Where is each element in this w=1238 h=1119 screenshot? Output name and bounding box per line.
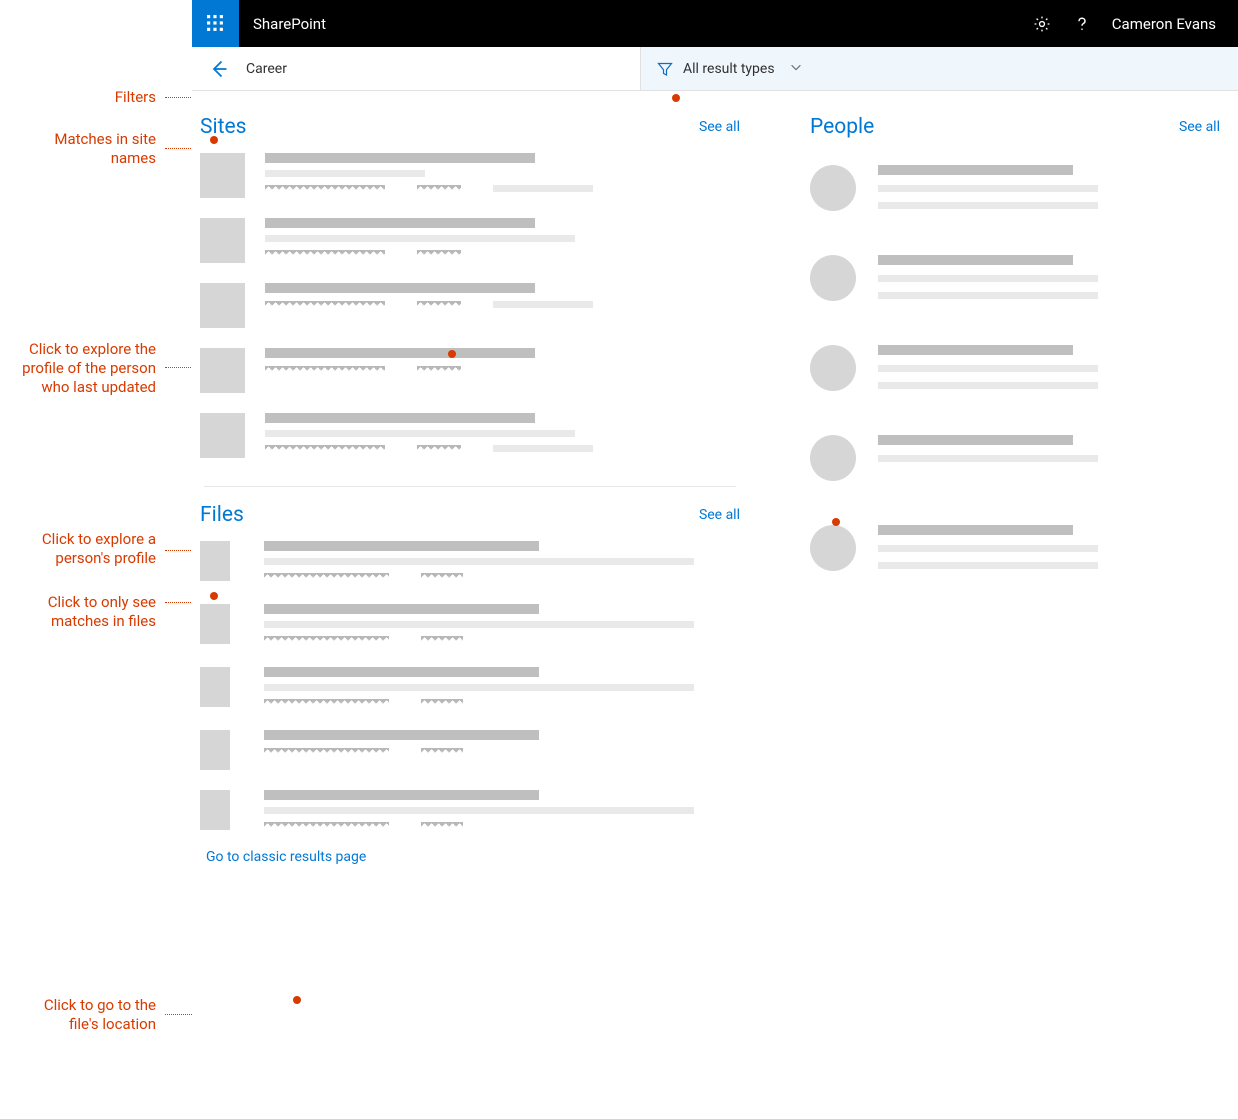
annotation-file-location: Click to go to the file's location [0, 996, 156, 1034]
file-result[interactable] [200, 594, 740, 657]
site-result[interactable] [200, 143, 740, 208]
files-section-header: Files See all [200, 497, 740, 531]
user-name[interactable]: Cameron Evans [1102, 15, 1238, 33]
settings-button[interactable] [1022, 0, 1062, 47]
person-avatar [810, 345, 856, 391]
files-see-all[interactable]: See all [699, 507, 740, 523]
suite-bar: SharePoint Cameron Evans [192, 0, 1238, 47]
people-heading[interactable]: People [810, 115, 874, 139]
file-thumbnail [200, 541, 230, 581]
person-result[interactable] [810, 503, 1220, 593]
file-result[interactable] [200, 780, 740, 843]
file-thumbnail [200, 667, 230, 707]
file-result[interactable] [200, 531, 740, 594]
search-term[interactable]: Career [246, 61, 287, 77]
filter-dropdown[interactable]: All result types [640, 47, 1238, 90]
person-result[interactable] [810, 143, 1220, 233]
file-result[interactable] [200, 657, 740, 720]
person-avatar [810, 435, 856, 481]
filter-label: All result types [683, 61, 775, 77]
site-thumbnail [200, 283, 245, 328]
waffle-icon [207, 15, 224, 32]
person-result[interactable] [810, 413, 1220, 503]
person-result[interactable] [810, 233, 1220, 323]
annotation-person-profile: Click to explore a person's profile [0, 530, 156, 568]
section-divider [204, 486, 736, 487]
file-result[interactable] [200, 720, 740, 780]
site-result[interactable] [200, 338, 740, 403]
person-avatar [810, 255, 856, 301]
sites-section-header: Sites See all [200, 109, 740, 143]
person-avatar [810, 165, 856, 211]
sites-heading[interactable]: Sites [200, 115, 246, 139]
site-result[interactable] [200, 403, 740, 468]
site-thumbnail [200, 218, 245, 263]
sites-see-all[interactable]: See all [699, 119, 740, 135]
site-result[interactable] [200, 273, 740, 338]
app-launcher-waffle[interactable] [192, 0, 239, 47]
filter-icon [657, 61, 673, 77]
files-heading[interactable]: Files [200, 503, 244, 527]
classic-results-link[interactable]: Go to classic results page [200, 843, 740, 875]
left-column: Sites See all [200, 109, 760, 875]
annotation-filters: Filters [0, 88, 156, 107]
search-breadcrumb: Career [192, 47, 640, 90]
site-thumbnail [200, 348, 245, 393]
file-thumbnail [200, 730, 230, 770]
chevron-down-icon [789, 59, 803, 78]
person-avatar [810, 525, 856, 571]
right-column: People See all [760, 109, 1220, 875]
annotation-profile-updater: Click to explore the profile of the pers… [0, 340, 156, 396]
back-button[interactable] [208, 58, 230, 80]
site-thumbnail [200, 153, 245, 198]
gear-icon [1033, 15, 1051, 33]
search-filter-bar: Career All result types [192, 47, 1238, 91]
help-icon [1073, 15, 1091, 33]
help-button[interactable] [1062, 0, 1102, 47]
app-shell: SharePoint Cameron Evans Career [192, 0, 1238, 1119]
people-section-header: People See all [810, 109, 1220, 143]
app-name: SharePoint [239, 15, 326, 33]
file-thumbnail [200, 790, 230, 830]
person-result[interactable] [810, 323, 1220, 413]
back-arrow-icon [209, 59, 229, 79]
annotation-files-only: Click to only see matches in files [0, 593, 156, 631]
annotation-site-names: Matches in site names [0, 130, 156, 168]
site-thumbnail [200, 413, 245, 458]
site-result[interactable] [200, 208, 740, 273]
file-thumbnail [200, 604, 230, 644]
people-see-all[interactable]: See all [1179, 119, 1220, 135]
content-area: Sites See all [192, 91, 1238, 885]
